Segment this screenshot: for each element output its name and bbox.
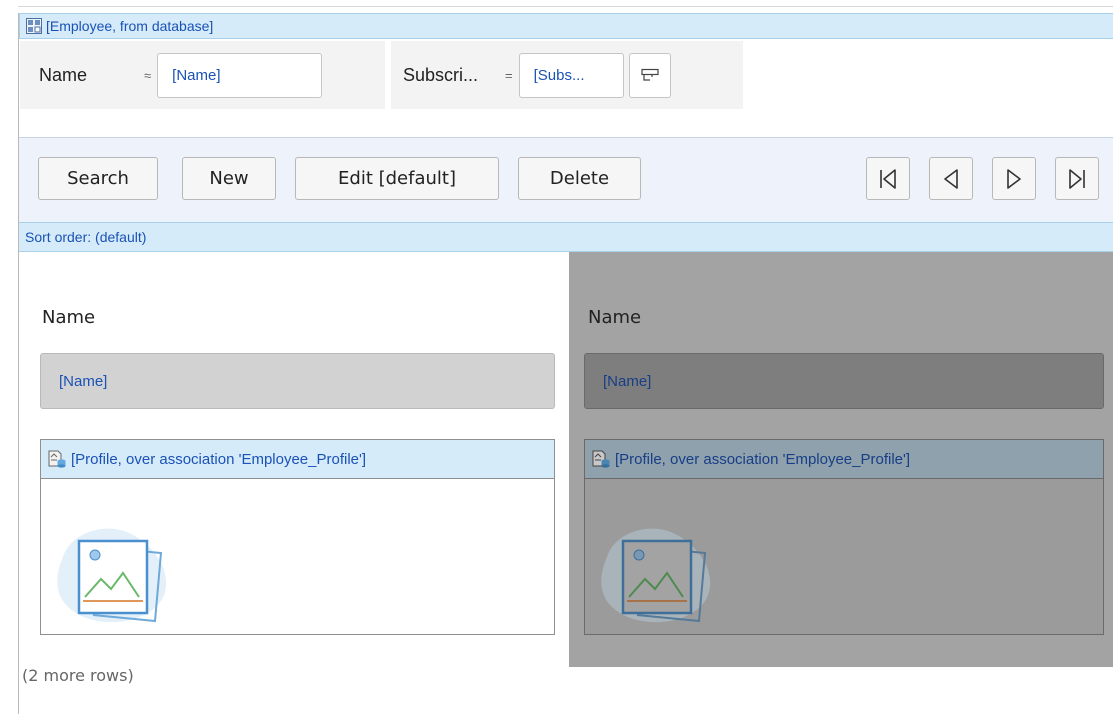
search-button[interactable]: Search (38, 157, 158, 200)
first-icon (880, 168, 896, 189)
sort-order-label: Sort order: (default) (25, 229, 147, 245)
profile-entity-icon (592, 450, 610, 468)
name-label: Name (42, 307, 96, 328)
filter-subscription: Subscri... = [Subs... (391, 41, 743, 109)
profile-subpanel-header: [Profile, over association 'Employee_Pro… (41, 440, 554, 479)
filter-subscription-operator: = (505, 67, 513, 83)
profile-subpanel-body (41, 479, 554, 634)
profile-subpanel-title: [Profile, over association 'Employee_Pro… (71, 450, 367, 468)
profile-subpanel-header: [Profile, over association 'Employee_Pro… (585, 440, 1103, 479)
profile-subpanel-title: [Profile, over association 'Employee_Pro… (615, 450, 911, 468)
profile-entity-icon (48, 450, 66, 468)
filter-subscription-input[interactable]: [Subs... (518, 52, 624, 98)
data-grid-widget: [Employee, from database] Name ≈ [Name] … (18, 13, 1113, 714)
name-label: Name (588, 307, 642, 328)
list-item-selected[interactable]: Name [Name] [Profile, over association '… (569, 252, 1113, 667)
profile-subpanel[interactable]: [Profile, over association 'Employee_Pro… (584, 439, 1104, 635)
edit-button[interactable]: Edit [default] (295, 157, 499, 200)
list-item[interactable]: Name [Name] [Profile, over association '… (19, 252, 569, 667)
more-rows-label: (2 more rows) (22, 666, 134, 685)
name-field[interactable]: [Name] (584, 353, 1104, 409)
grid-title: [Employee, from database] (46, 18, 214, 34)
last-page-button[interactable] (1055, 157, 1099, 200)
profile-subpanel-body (585, 479, 1103, 634)
filter-name-input[interactable]: [Name] (157, 52, 323, 98)
image-placeholder-icon (601, 528, 711, 623)
filter-options-icon (641, 68, 659, 81)
filter-options-button[interactable] (628, 52, 671, 98)
filter-name-label: Name (39, 64, 88, 85)
next-icon (1007, 168, 1021, 189)
image-placeholder-icon (57, 528, 167, 623)
delete-button[interactable]: Delete (518, 157, 641, 200)
top-divider (18, 6, 1113, 7)
grid-title-bar: [Employee, from database] (19, 13, 1113, 39)
filter-name-operator: ≈ (144, 67, 152, 83)
name-field[interactable]: [Name] (40, 353, 555, 409)
first-page-button[interactable] (866, 157, 910, 200)
last-icon (1069, 168, 1085, 189)
sort-order-bar[interactable]: Sort order: (default) (19, 222, 1113, 252)
previous-icon (944, 168, 958, 189)
next-page-button[interactable] (992, 157, 1036, 200)
new-button[interactable]: New (182, 157, 276, 200)
previous-page-button[interactable] (929, 157, 973, 200)
filter-name: Name ≈ [Name] (20, 41, 385, 109)
filter-subscription-label: Subscri... (403, 64, 479, 85)
entity-icon (26, 18, 42, 34)
toolbar: Search New Edit [default] Delete (19, 137, 1113, 222)
profile-subpanel[interactable]: [Profile, over association 'Employee_Pro… (40, 439, 555, 635)
